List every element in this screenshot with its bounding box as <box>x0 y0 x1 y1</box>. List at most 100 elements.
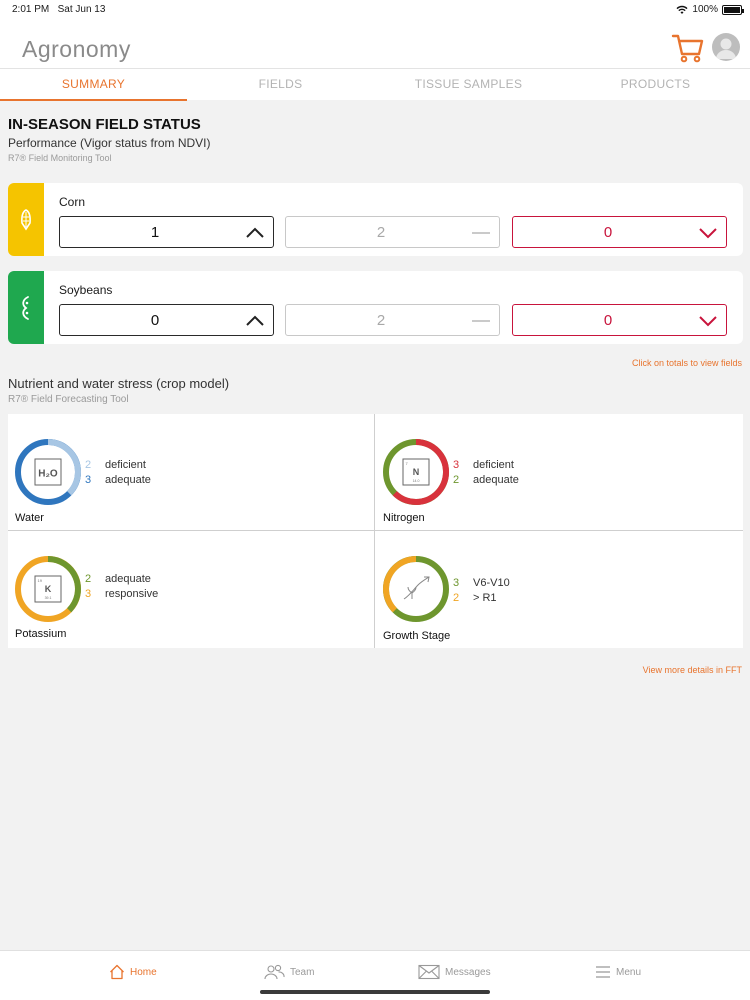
label-responsive: responsive <box>105 588 159 600</box>
status-indicators: 100% <box>676 4 744 15</box>
stress-cell-potassium[interactable]: 19 K 39.1 2 3 adequate responsive Potass… <box>8 531 374 647</box>
svg-text:14.0: 14.0 <box>413 479 420 483</box>
nav-label: Messages <box>445 966 491 978</box>
dash-icon <box>472 320 490 322</box>
grid-divider <box>374 414 375 648</box>
svg-text:K: K <box>45 584 52 594</box>
growth-stage-icon <box>403 576 430 600</box>
battery-percent: 100% <box>692 4 718 15</box>
app-header: Agronomy <box>0 20 750 68</box>
stress-grid: H₂O 2 3 deficient adequate Water 7 N 14.… <box>8 414 743 648</box>
potassium-icon: 19 K 39.1 <box>34 575 62 603</box>
tab-fields[interactable]: FIELDS <box>187 69 374 101</box>
soybeans-improving-total[interactable]: 0 <box>59 304 274 336</box>
nitrogen-icon: 7 N 14.0 <box>402 458 430 486</box>
chevron-down-icon <box>699 316 717 327</box>
chevron-down-icon <box>699 228 717 239</box>
stress-labels: V6-V10 > R1 <box>473 576 510 606</box>
potassium-donut-chart: 19 K 39.1 <box>15 556 81 622</box>
corn-improving-total[interactable]: 1 <box>59 216 274 248</box>
stress-labels: deficient adequate <box>473 458 519 488</box>
corn-icon <box>21 208 31 230</box>
status-time: 2:01 PM Sat Jun 13 <box>12 4 105 15</box>
count-adequate: 2 <box>453 474 460 486</box>
wifi-icon <box>676 5 688 14</box>
soybeans-declining-total[interactable]: 0 <box>512 304 727 336</box>
growth-stage-donut-chart <box>383 556 449 622</box>
count-r1: 2 <box>453 592 460 604</box>
label-adequate: adequate <box>473 474 519 486</box>
status-date-text: Sat Jun 13 <box>57 4 106 15</box>
count-adequate: 2 <box>85 573 92 585</box>
section-title: IN-SEASON FIELD STATUS <box>8 116 201 133</box>
crop-name: Corn <box>59 195 86 209</box>
tab-summary[interactable]: SUMMARY <box>0 69 187 101</box>
label-deficient: deficient <box>473 459 514 471</box>
crop-name: Soybeans <box>59 283 113 297</box>
svg-text:N: N <box>413 467 420 477</box>
home-indicator[interactable] <box>260 990 490 994</box>
cell-name: Water <box>15 512 44 524</box>
view-fft-details-link[interactable]: View more details in FFT <box>643 665 742 675</box>
count-value: 1 <box>150 224 160 241</box>
count-value: 2 <box>376 224 386 241</box>
count-value: 0 <box>150 312 160 329</box>
crop-card-soybeans: Soybeans 0 2 0 <box>8 271 743 344</box>
label-r1: > R1 <box>473 592 497 604</box>
team-icon <box>264 964 285 980</box>
nav-messages[interactable]: Messages <box>418 959 491 985</box>
count-v6-v10: 3 <box>453 577 460 589</box>
count-adequate: 3 <box>85 474 92 486</box>
soybean-icon <box>22 295 29 320</box>
section-subtitle: Performance (Vigor status from NDVI) <box>8 136 211 150</box>
label-deficient: deficient <box>105 459 146 471</box>
stress-counts: 2 3 <box>85 572 91 602</box>
soybeans-stable-total[interactable]: 2 <box>285 304 500 336</box>
home-icon <box>110 964 124 980</box>
cell-name: Potassium <box>15 628 67 640</box>
soybeans-strip <box>8 271 44 344</box>
label-v6-v10: V6-V10 <box>473 577 510 589</box>
corn-stable-total[interactable]: 2 <box>285 216 500 248</box>
corn-declining-total[interactable]: 0 <box>512 216 727 248</box>
corn-strip <box>8 183 44 256</box>
cell-name: Nitrogen <box>383 512 425 524</box>
nav-label: Home <box>130 966 157 978</box>
stress-cell-water[interactable]: H₂O 2 3 deficient adequate Water <box>8 414 374 530</box>
count-value: 0 <box>603 312 613 329</box>
forecasting-tool-label: R7® Field Forecasting Tool <box>8 394 129 405</box>
view-fields-hint[interactable]: Click on totals to view fields <box>632 358 742 368</box>
tab-tissue-samples[interactable]: TISSUE SAMPLES <box>375 69 562 101</box>
stress-counts: 3 2 <box>453 458 459 488</box>
cell-name: Growth Stage <box>383 630 451 642</box>
svg-text:39.1: 39.1 <box>45 596 52 600</box>
label-adequate: adequate <box>105 573 151 585</box>
nitrogen-donut-chart: 7 N 14.0 <box>383 439 449 505</box>
nav-menu[interactable]: Menu <box>595 959 641 985</box>
status-time-text: 2:01 PM <box>12 4 50 15</box>
svg-text:H₂O: H₂O <box>38 469 58 480</box>
messages-icon <box>418 964 440 980</box>
count-value: 0 <box>603 224 613 241</box>
tab-products[interactable]: PRODUCTS <box>562 69 749 101</box>
nav-team[interactable]: Team <box>263 959 314 985</box>
avatar[interactable] <box>712 33 740 61</box>
cart-icon[interactable] <box>671 32 705 64</box>
nav-label: Team <box>290 966 315 978</box>
chevron-up-icon <box>246 227 264 238</box>
stress-labels: deficient adequate <box>105 458 151 488</box>
stress-counts: 3 2 <box>453 576 459 606</box>
stress-cell-nitrogen[interactable]: 7 N 14.0 3 2 deficient adequate Nitrogen <box>376 414 742 530</box>
count-deficient: 2 <box>85 459 92 471</box>
stress-cell-growth-stage[interactable]: 3 2 V6-V10 > R1 Growth Stage <box>376 531 742 647</box>
count-responsive: 3 <box>85 588 92 600</box>
h2o-icon: H₂O <box>34 458 62 486</box>
stress-counts: 2 3 <box>85 458 91 488</box>
label-adequate: adequate <box>105 474 151 486</box>
dash-icon <box>472 232 490 234</box>
nav-home[interactable]: Home <box>109 959 157 985</box>
tab-bar: SUMMARY FIELDS TISSUE SAMPLES PRODUCTS <box>0 68 750 101</box>
monitoring-tool-label: R7® Field Monitoring Tool <box>8 153 112 163</box>
menu-icon <box>596 966 610 978</box>
nav-label: Menu <box>616 966 642 978</box>
